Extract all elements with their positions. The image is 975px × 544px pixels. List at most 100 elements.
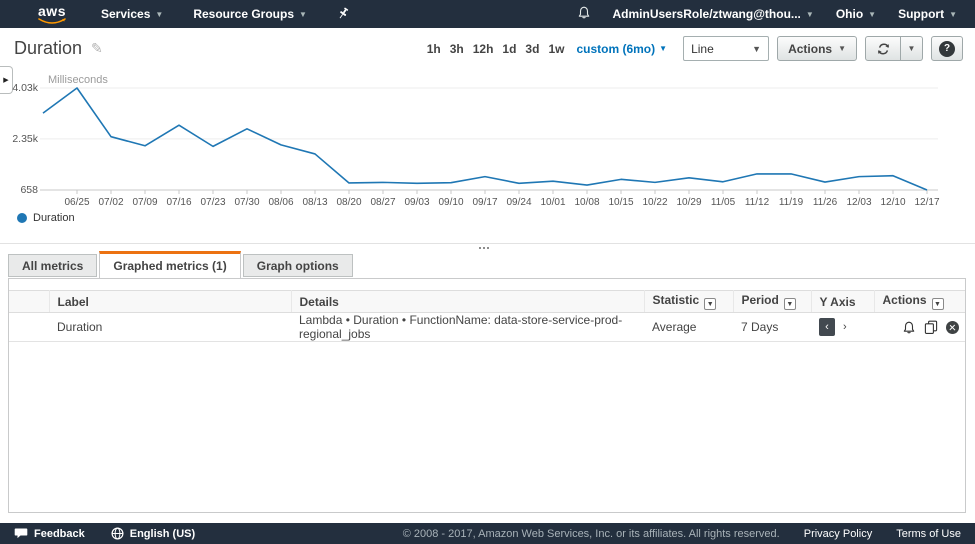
table-header-row: Label Details Statistic▼ Period▼ Y Axis … <box>9 291 965 313</box>
metric-label-cell[interactable]: Duration <box>49 313 291 342</box>
column-menu-icon[interactable]: ▼ <box>784 298 796 310</box>
column-header-label: Label <box>49 291 291 313</box>
select-column-header <box>9 291 49 313</box>
notifications-bell-icon[interactable] <box>577 5 591 23</box>
refresh-options-button[interactable]: ▼ <box>901 36 923 61</box>
aws-logo[interactable]: aws <box>38 4 66 25</box>
chart-type-select[interactable]: Line▼ <box>683 36 769 61</box>
chevron-down-icon: ▼ <box>806 10 814 19</box>
yaxis-right-button[interactable]: › <box>843 321 847 333</box>
graphed-metrics-panel: Label Details Statistic▼ Period▼ Y Axis … <box>8 278 966 513</box>
refresh-button[interactable] <box>865 36 901 61</box>
nav-support-menu[interactable]: Support▼ <box>898 7 957 21</box>
row-actions <box>882 320 965 335</box>
x-tick-label: 06/25 <box>60 197 94 208</box>
panel-splitter <box>0 243 975 244</box>
metric-line-chart[interactable] <box>0 70 945 205</box>
chevron-down-icon: ▼ <box>659 44 667 53</box>
remove-metric-icon[interactable] <box>946 321 959 334</box>
time-range-1w[interactable]: 1w <box>548 42 564 56</box>
aws-smile-icon <box>38 18 66 25</box>
duplicate-copy-icon[interactable] <box>924 320 938 334</box>
edit-title-pencil-icon[interactable]: ✎ <box>91 40 103 57</box>
table-row: Duration Lambda • Duration • FunctionNam… <box>9 313 965 342</box>
column-header-period: Period▼ <box>733 291 811 313</box>
metric-details-cell: Lambda • Duration • FunctionName: data-s… <box>291 313 644 342</box>
x-tick-label: 08/06 <box>264 197 298 208</box>
x-tick-label: 07/09 <box>128 197 162 208</box>
footer-right: © 2008 - 2017, Amazon Web Services, Inc.… <box>403 528 961 540</box>
legend-item-duration[interactable]: Duration <box>17 212 75 224</box>
metric-period-cell[interactable]: 7 Days <box>733 313 811 342</box>
chevron-down-icon: ▼ <box>752 44 761 54</box>
globe-icon <box>111 527 124 540</box>
x-tick-label: 10/29 <box>672 197 706 208</box>
x-tick-label: 09/10 <box>434 197 468 208</box>
column-header-details: Details <box>291 291 644 313</box>
metrics-tabs: All metrics Graphed metrics (1) Graph op… <box>8 251 353 277</box>
nav-services-menu[interactable]: Services▼ <box>101 7 163 21</box>
x-tick-label: 10/01 <box>536 197 570 208</box>
column-header-statistic: Statistic▼ <box>644 291 733 313</box>
x-tick-label: 08/20 <box>332 197 366 208</box>
metric-statistic-cell[interactable]: Average <box>644 313 733 342</box>
x-tick-label: 11/19 <box>774 197 808 208</box>
nav-account-menu[interactable]: AdminUsersRole/ztwang@thou...▼ <box>613 7 814 21</box>
terms-of-use-link[interactable]: Terms of Use <box>896 528 961 540</box>
aws-logo-text: aws <box>38 4 66 18</box>
top-nav: aws Services▼ Resource Groups▼ <box>0 0 975 28</box>
x-tick-label: 10/22 <box>638 197 672 208</box>
chevron-down-icon: ▼ <box>868 10 876 19</box>
chevron-down-icon: ▼ <box>908 44 916 53</box>
time-range-12h[interactable]: 12h <box>473 42 494 56</box>
time-range-1h[interactable]: 1h <box>427 42 441 56</box>
x-tick-label: 07/30 <box>230 197 264 208</box>
footer: Feedback English (US) © 2008 - 2017, Ama… <box>0 523 975 544</box>
column-menu-icon[interactable]: ▼ <box>704 298 716 310</box>
x-tick-label: 11/12 <box>740 197 774 208</box>
chevron-down-icon: ▼ <box>949 10 957 19</box>
drag-handle-icon[interactable] <box>479 247 489 249</box>
nav-right-group: AdminUsersRole/ztwang@thou...▼ Ohio▼ Sup… <box>577 5 957 23</box>
time-range-1d[interactable]: 1d <box>502 42 516 56</box>
tab-graph-options[interactable]: Graph options <box>243 254 353 277</box>
privacy-policy-link[interactable]: Privacy Policy <box>804 528 872 540</box>
time-range-links: 1h 3h 12h 1d 3d 1w <box>427 42 565 56</box>
nav-resource-groups-menu[interactable]: Resource Groups▼ <box>193 7 307 21</box>
x-tick-label: 12/17 <box>910 197 944 208</box>
x-tick-label: 08/13 <box>298 197 332 208</box>
time-range-3d[interactable]: 3d <box>525 42 539 56</box>
legend-color-dot <box>17 213 27 223</box>
x-tick-label: 09/24 <box>502 197 536 208</box>
pin-icon[interactable] <box>337 7 350 21</box>
column-menu-icon[interactable]: ▼ <box>932 298 944 310</box>
x-tick-label: 10/15 <box>604 197 638 208</box>
x-tick-label: 10/08 <box>570 197 604 208</box>
yaxis-left-button[interactable]: ‹ <box>819 318 835 336</box>
nav-region-menu[interactable]: Ohio▼ <box>836 7 876 21</box>
yaxis-toggle: ‹ › <box>819 318 874 336</box>
x-tick-label: 09/17 <box>468 197 502 208</box>
x-tick-label: 07/23 <box>196 197 230 208</box>
tab-all-metrics[interactable]: All metrics <box>8 254 97 277</box>
y-tick-label: 4.03k <box>0 82 38 94</box>
refresh-icon <box>876 42 891 56</box>
column-header-yaxis: Y Axis <box>811 291 874 313</box>
speech-bubble-icon <box>14 527 28 540</box>
legend-label: Duration <box>33 212 75 224</box>
x-tick-label: 07/02 <box>94 197 128 208</box>
chevron-down-icon: ▼ <box>299 10 307 19</box>
language-selector[interactable]: English (US) <box>111 527 195 540</box>
custom-range-dropdown[interactable]: custom (6mo)▼ <box>576 42 667 56</box>
feedback-button[interactable]: Feedback <box>14 527 85 540</box>
x-tick-label: 11/05 <box>706 197 740 208</box>
x-tick-label: 07/16 <box>162 197 196 208</box>
graph-controls: 1h 3h 12h 1d 3d 1w custom (6mo)▼ Line▼ A… <box>427 36 963 61</box>
question-mark-icon: ? <box>939 41 955 57</box>
create-alarm-bell-icon[interactable] <box>902 320 916 335</box>
help-button[interactable]: ? <box>931 36 963 61</box>
column-header-actions: Actions▼ <box>874 291 965 313</box>
tab-graphed-metrics[interactable]: Graphed metrics (1) <box>99 251 240 278</box>
actions-button[interactable]: Actions▼ <box>777 36 857 61</box>
time-range-3h[interactable]: 3h <box>450 42 464 56</box>
